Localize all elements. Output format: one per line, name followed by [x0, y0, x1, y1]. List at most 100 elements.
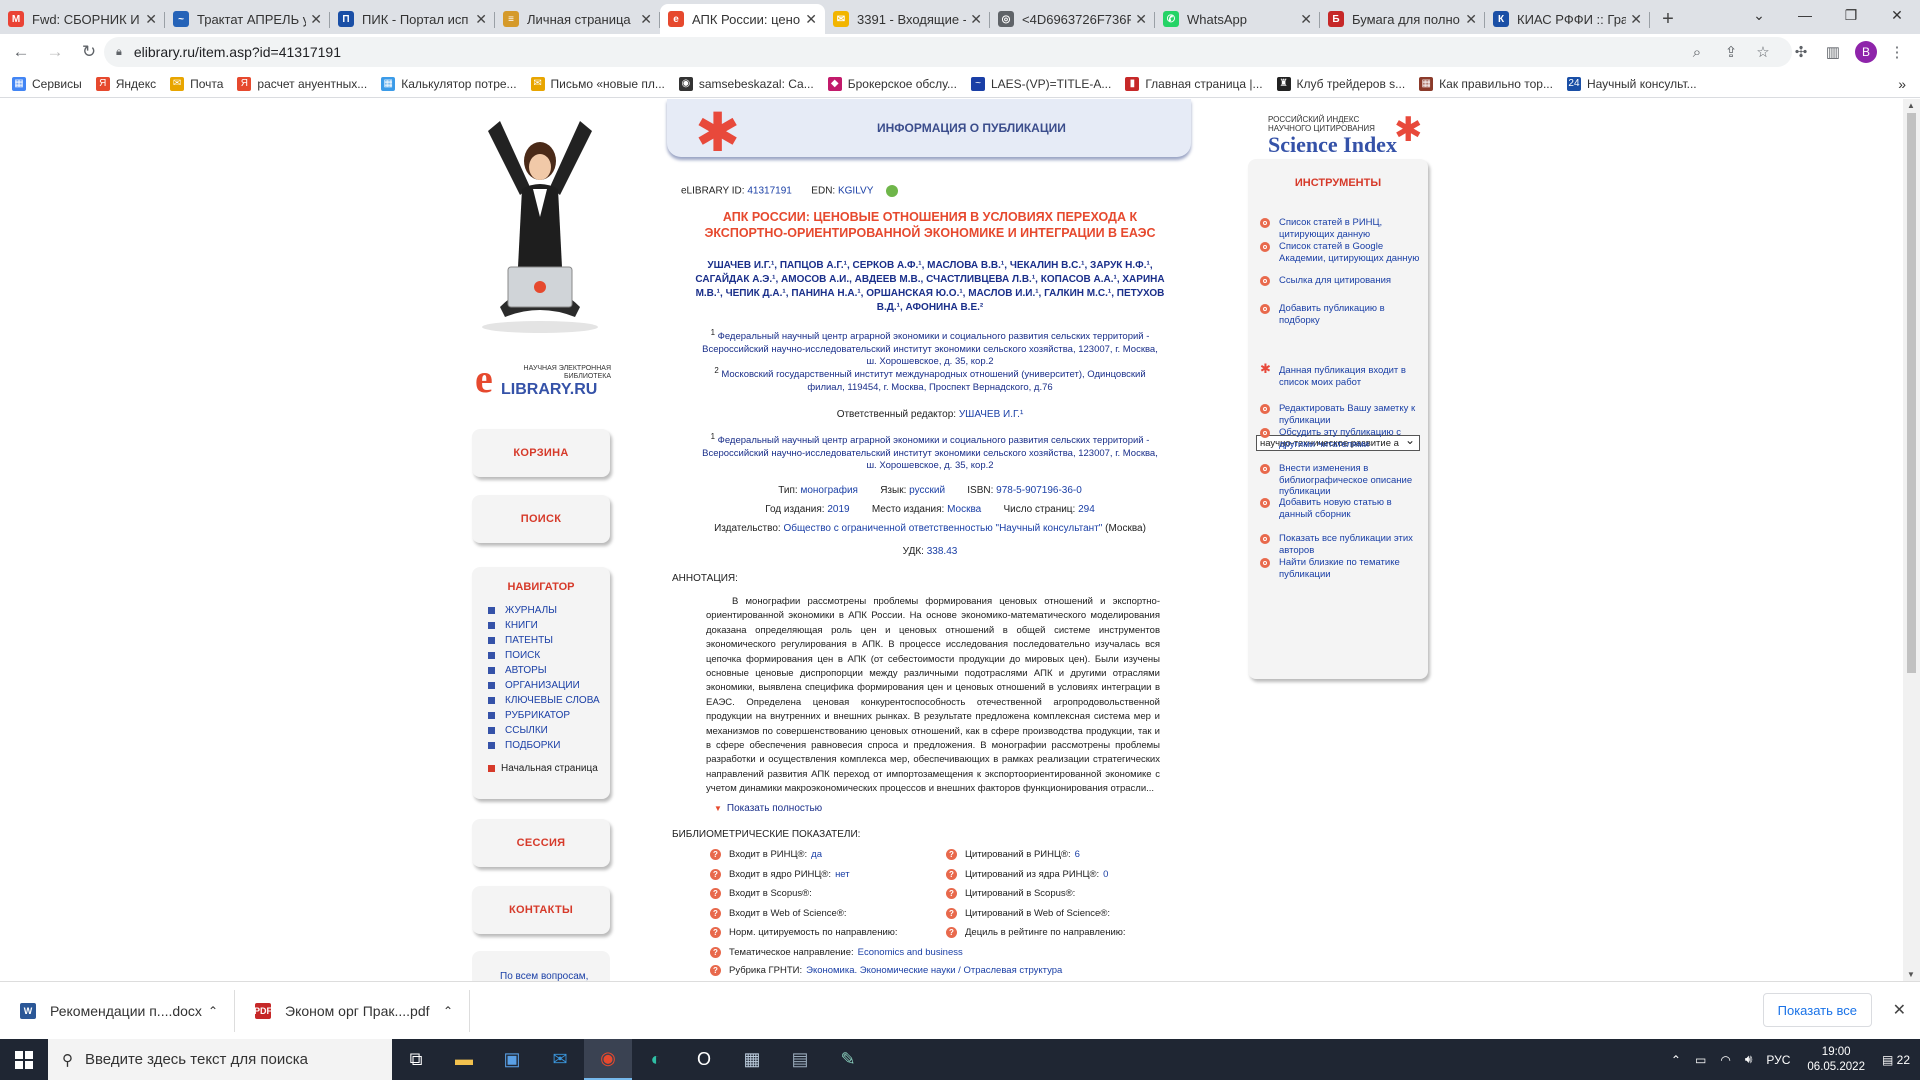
editor-value[interactable]: УШАЧЕВ И.Г.¹ — [959, 409, 1023, 420]
metric-row[interactable]: Рубрика ГРНТИ:Экономика. Экономические н… — [710, 965, 1062, 976]
bookmark-item[interactable]: ✉ Почта — [170, 76, 223, 91]
chevron-up-icon[interactable]: ⌃ — [208, 1004, 218, 1018]
metric-row[interactable]: Цитирований в Scopus®: — [946, 888, 1079, 899]
url-text[interactable]: elibrary.ru/item.asp?id=41317191 — [134, 44, 341, 60]
back-button[interactable]: ← — [4, 37, 38, 67]
tool-link-label[interactable]: Редактировать Вашу заметку к публикации — [1279, 403, 1420, 426]
nav-item[interactable]: ПАТЕНТЫ — [488, 633, 610, 648]
clock[interactable]: 19:00 06.05.2022 — [1807, 1045, 1865, 1075]
network-app-icon[interactable]: ▤ — [776, 1039, 824, 1080]
show-full-link[interactable]: Показать полностью — [714, 803, 822, 814]
browser-tab[interactable]: ✆ WhatsApp ✕ — [1155, 4, 1320, 34]
browser-tab[interactable]: ◎ <4D6963726F736F ✕ — [990, 4, 1155, 34]
bookmark-item[interactable]: ✉ Письмо «новые пл... — [530, 76, 665, 91]
nav-home-link[interactable]: Начальная страница — [472, 763, 610, 774]
help-note[interactable]: По всем вопросам, — [472, 951, 610, 981]
close-window-button[interactable]: ✕ — [1874, 0, 1920, 30]
session-button[interactable]: СЕССИЯ — [472, 819, 610, 867]
download-item[interactable]: W Рекомендации п....docx ⌃ — [0, 989, 235, 1032]
cart-button[interactable]: КОРЗИНА — [472, 429, 610, 477]
new-tab-button[interactable]: + — [1650, 4, 1686, 34]
tool-link[interactable]: Данная публикация входит в список моих р… — [1260, 365, 1420, 388]
close-tab-icon[interactable]: ✕ — [970, 11, 982, 28]
contacts-button[interactable]: КОНТАКТЫ — [472, 886, 610, 934]
task-view-icon[interactable]: ⧉ — [392, 1039, 440, 1080]
nav-item[interactable]: КНИГИ — [488, 618, 610, 633]
notifications-icon[interactable]: ▤ 22 — [1882, 1053, 1910, 1067]
browser-tab[interactable]: e АПК России: цено ✕ — [660, 4, 825, 34]
bookmark-item[interactable]: ◆ Брокерское обслу... — [827, 76, 957, 91]
metric-value[interactable]: Экономика. Экономические науки / Отрасле… — [806, 965, 1062, 976]
metric-row[interactable]: Входит в РИНЦ®:да — [710, 849, 822, 860]
tray-display-icon[interactable]: ▭ — [1695, 1053, 1706, 1067]
store-icon[interactable]: ▣ — [488, 1039, 536, 1080]
tool-link-label[interactable]: Показать все публикации этих авторов — [1279, 533, 1420, 556]
metric-value[interactable]: да — [811, 849, 822, 860]
tool-link[interactable]: Внести изменения в библиографическое опи… — [1260, 463, 1420, 498]
scrollbar-thumb[interactable] — [1907, 113, 1916, 673]
edn-info-icon[interactable] — [885, 185, 898, 197]
close-tab-icon[interactable]: ✕ — [145, 11, 157, 28]
close-tab-icon[interactable]: ✕ — [640, 11, 652, 28]
tool-link[interactable]: Показать все публикации этих авторов — [1260, 533, 1420, 556]
close-tab-icon[interactable]: ✕ — [1630, 11, 1642, 28]
metric-row[interactable]: Цитирований в РИНЦ®: 6 — [946, 849, 1080, 860]
science-index-logo[interactable]: РОССИЙСКИЙ ИНДЕКС НАУЧНОГО ЦИТИРОВАНИЯ S… — [1268, 113, 1428, 163]
tool-link-label[interactable]: Внести изменения в библиографическое опи… — [1279, 463, 1420, 498]
taskbar-search[interactable]: ⚲ Введите здесь текст для поиска — [48, 1039, 392, 1080]
browser-tab[interactable]: ≡ Личная страница ✕ — [495, 4, 660, 34]
bookmark-item[interactable]: ~ LAES-(VP)=TITLE-A... — [970, 76, 1111, 91]
volume-icon[interactable]: 🔊︎ — [1745, 1052, 1753, 1067]
elibrary-logo[interactable]: e НАУЧНАЯ ЭЛЕКТРОННАЯ БИБЛИОТЕКА LIBRARY… — [475, 356, 615, 401]
bookmark-item[interactable]: ▦ Как правильно тор... — [1419, 76, 1553, 91]
address-bar[interactable]: 🔒︎ elibrary.ru/item.asp?id=41317191 — [104, 37, 1792, 67]
tool-link-label[interactable]: Данная публикация входит в список моих р… — [1279, 365, 1420, 388]
reload-button[interactable]: ↻ — [72, 37, 106, 67]
metric-row[interactable]: Входит в ядро РИНЦ®:нет — [710, 869, 850, 880]
authors-list[interactable]: УШАЧЕВ И.Г.¹, ПАПЦОВ А.Г.¹, СЕРКОВ А.Ф.¹… — [670, 259, 1190, 315]
file-explorer-icon[interactable]: ▬ — [440, 1039, 488, 1080]
browser-tab[interactable]: ✉ 3391 - Входящие - ✕ — [825, 4, 990, 34]
tool-link-label[interactable]: Обсудить эту публикацию с другими читате… — [1279, 427, 1420, 450]
tray-chevron-icon[interactable]: ⌃ — [1671, 1053, 1681, 1067]
nav-item[interactable]: ПОДБОРКИ — [488, 738, 610, 753]
calculator-icon[interactable]: ▦ — [728, 1039, 776, 1080]
tool-link-label[interactable]: Список статей в РИНЦ, цитирующих данную — [1279, 217, 1420, 240]
wifi-icon[interactable]: ◠ — [1720, 1053, 1730, 1067]
profile-avatar[interactable]: В — [1855, 41, 1877, 63]
metric-row[interactable]: Входит в Scopus®: — [710, 888, 816, 899]
tool-link[interactable]: Добавить публикацию в подборку — [1260, 303, 1420, 326]
affiliation-3-text[interactable]: Федеральный научный центр аграрной эконо… — [702, 435, 1158, 471]
affiliation-2[interactable]: 2 Московский государственный институт ме… — [670, 365, 1190, 394]
tool-link[interactable]: Ссылка для цитирования — [1260, 275, 1420, 287]
tool-link-label[interactable]: Добавить новую статью в данный сборник — [1279, 497, 1420, 520]
browser-tab[interactable]: M Fwd: СБОРНИК И ✕ — [0, 4, 165, 34]
browser-tab[interactable]: П ПИК - Портал исп ✕ — [330, 4, 495, 34]
tool-link[interactable]: Список статей в РИНЦ, цитирующих данную — [1260, 217, 1420, 240]
bookmarks-overflow-icon[interactable]: » — [1898, 76, 1906, 92]
search-button[interactable]: ПОИСК — [472, 495, 610, 543]
chevron-up-icon[interactable]: ⌃ — [443, 1004, 453, 1018]
share-icon[interactable]: ⇪ — [1716, 37, 1746, 67]
nav-item[interactable]: ПОИСК — [488, 648, 610, 663]
browser-tab[interactable]: К КИАС РФФИ :: Гра ✕ — [1485, 4, 1650, 34]
metric-row[interactable]: Тематическое направление: Economics and b… — [710, 947, 963, 958]
bookmark-item[interactable]: ▦ Калькулятор потре... — [381, 76, 517, 91]
forward-button[interactable]: → — [38, 37, 72, 67]
publisher-link[interactable]: Общество с ограниченной ответственностью… — [783, 523, 1102, 534]
zoom-icon[interactable]: ⌕ — [1682, 37, 1712, 67]
tool-app-icon[interactable]: ✎ — [824, 1039, 872, 1080]
tool-link-label[interactable]: Список статей в Google Академии, цитирую… — [1279, 241, 1420, 264]
chrome-icon[interactable]: ◉ — [584, 1039, 632, 1080]
affiliation-3[interactable]: 1 Федеральный научный центр аграрной эко… — [670, 431, 1190, 473]
tool-link[interactable]: Редактировать Вашу заметку к публикации — [1260, 403, 1420, 426]
bookmark-item[interactable]: ♜ Клуб трейдеров s... — [1276, 76, 1405, 91]
edn-value[interactable]: KGILVY — [838, 186, 873, 197]
tool-link[interactable]: Обсудить эту публикацию с другими читате… — [1260, 427, 1420, 450]
tool-link-label[interactable]: Найти близкие по тематике публикации — [1279, 557, 1420, 580]
tab-search-icon[interactable]: ⌄ — [1736, 0, 1782, 30]
affiliation-1-text[interactable]: Федеральный научный центр аграрной эконо… — [702, 331, 1158, 367]
side-panel-icon[interactable]: ▥ — [1818, 37, 1848, 67]
download-item[interactable]: PDF Эконом орг Прак....pdf ⌃ — [235, 989, 470, 1032]
bookmark-item[interactable]: ◉ samsebeskazal: Са... — [678, 76, 814, 91]
